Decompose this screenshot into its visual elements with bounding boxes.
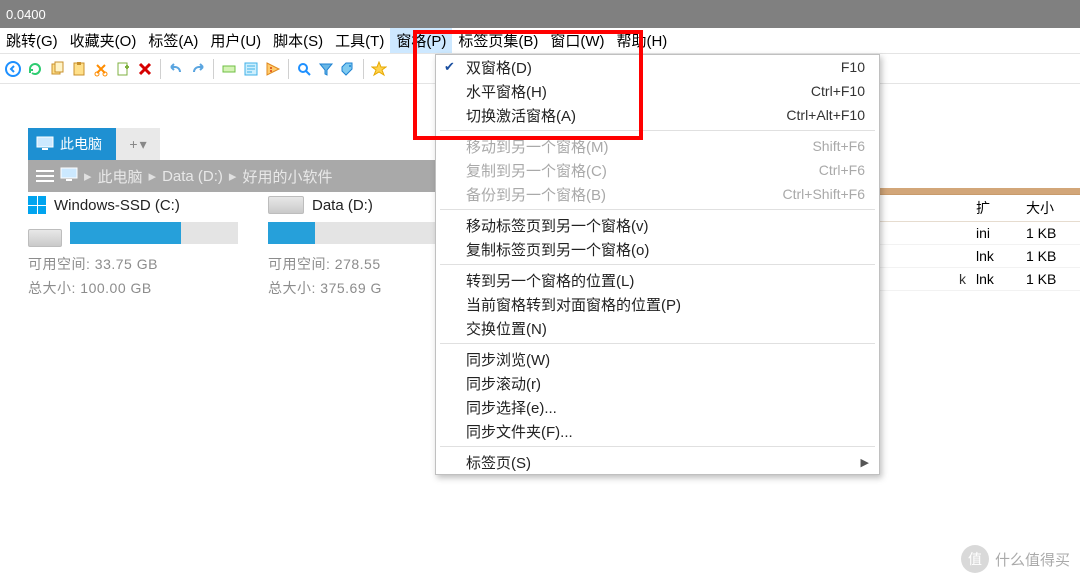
menu-sync-scroll[interactable]: 同步滚动(r) — [436, 371, 879, 395]
windows-icon — [28, 196, 46, 214]
menu-panes[interactable]: 窗格(P) — [390, 28, 452, 53]
menu-separator — [440, 264, 875, 265]
delete-icon[interactable] — [135, 59, 155, 79]
toolbar-separator — [288, 59, 289, 79]
cell-size: 1 KB — [1026, 271, 1074, 287]
menu-separator — [440, 209, 875, 210]
paste-icon[interactable] — [69, 59, 89, 79]
watermark-badge: 值 — [961, 545, 989, 573]
menu-current-to-opposite-location[interactable]: 当前窗格转到对面窗格的位置(P) — [436, 292, 879, 316]
properties-icon[interactable] — [241, 59, 261, 79]
panes-dropdown-menu: ✔ 双窗格(D) F10 水平窗格(H) Ctrl+F10 切换激活窗格(A) … — [435, 54, 880, 475]
menubar: 跳转(G) 收藏夹(O) 标签(A) 用户(U) 脚本(S) 工具(T) 窗格(… — [0, 28, 1080, 54]
menu-separator — [440, 343, 875, 344]
col-ext[interactable]: 扩 — [976, 198, 1016, 218]
back-icon[interactable] — [3, 59, 23, 79]
menu-separator — [440, 130, 875, 131]
menu-favorites[interactable]: 收藏夹(O) — [64, 28, 143, 53]
menu-backup-to-other-pane: 备份到另一个窗格(B) Ctrl+Shift+F6 — [436, 182, 879, 206]
col-size[interactable]: 大小 — [1026, 198, 1074, 218]
new-file-icon[interactable] — [113, 59, 133, 79]
chevron-right-icon: ▶ — [861, 456, 869, 469]
menu-sync-browse[interactable]: 同步浏览(W) — [436, 347, 879, 371]
drive-free: 可用空间: 33.75 GB — [28, 254, 238, 274]
menu-dual-pane[interactable]: ✔ 双窗格(D) F10 — [436, 55, 879, 79]
menu-tabsets[interactable]: 标签页集(B) — [452, 28, 544, 53]
check-icon: ✔ — [444, 59, 455, 75]
menu-copy-tab-to-other-pane[interactable]: 复制标签页到另一个窗格(o) — [436, 237, 879, 261]
menu-toggle-active-pane[interactable]: 切换激活窗格(A) Ctrl+Alt+F10 — [436, 103, 879, 127]
menu-separator — [440, 446, 875, 447]
menu-swap-locations[interactable]: 交换位置(N) — [436, 316, 879, 340]
chevron-down-icon: ▾ — [140, 136, 147, 153]
star-icon[interactable] — [369, 59, 389, 79]
menu-sync-folders[interactable]: 同步文件夹(F)... — [436, 419, 879, 443]
chevron-right-icon: ▸ — [149, 167, 157, 185]
crumb-data-d[interactable]: Data (D:) — [162, 168, 223, 185]
menu-goto[interactable]: 跳转(G) — [0, 28, 64, 53]
drive-total: 总大小: 100.00 GB — [28, 278, 238, 298]
toolbar-separator — [160, 59, 161, 79]
redo-icon[interactable] — [188, 59, 208, 79]
crumb-this-pc[interactable]: 此电脑 — [98, 166, 143, 187]
menu-copy-to-other-pane: 复制到另一个窗格(C) Ctrl+F6 — [436, 158, 879, 182]
cell-ext: lnk — [976, 248, 1016, 264]
drive-name: Data (D:) — [312, 197, 373, 214]
drive-usage-bar — [268, 222, 448, 244]
cell-size: 1 KB — [1026, 248, 1074, 264]
filter-icon[interactable] — [316, 59, 336, 79]
menu-tools[interactable]: 工具(T) — [329, 28, 390, 53]
menu-horizontal-pane[interactable]: 水平窗格(H) Ctrl+F10 — [436, 79, 879, 103]
menu-move-tab-to-other-pane[interactable]: 移动标签页到另一个窗格(v) — [436, 213, 879, 237]
watermark: 值 什么值得买 — [961, 545, 1070, 573]
tag-icon[interactable] — [338, 59, 358, 79]
refresh-icon[interactable] — [25, 59, 45, 79]
chevron-right-icon: ▸ — [84, 167, 92, 185]
undo-icon[interactable] — [166, 59, 186, 79]
tab-label: 此电脑 — [60, 134, 102, 154]
menu-user[interactable]: 用户(U) — [204, 28, 267, 53]
plus-icon: + — [129, 136, 137, 152]
menu-tabs-submenu[interactable]: 标签页(S) ▶ — [436, 450, 879, 474]
tab-strip: 此电脑 + ▾ — [28, 128, 160, 160]
window-titlebar: 0.0400 — [0, 0, 1080, 28]
toolbar-separator — [213, 59, 214, 79]
chevron-right-icon: ▸ — [229, 167, 237, 185]
drives-list: Windows-SSD (C:) 可用空间: 33.75 GB 总大小: 100… — [28, 196, 478, 302]
menu-window[interactable]: 窗口(W) — [544, 28, 610, 53]
drive-c[interactable]: Windows-SSD (C:) 可用空间: 33.75 GB 总大小: 100… — [28, 196, 238, 302]
toolbar-separator — [363, 59, 364, 79]
crumb-folder[interactable]: 好用的小软件 — [242, 166, 332, 187]
cut-icon[interactable] — [91, 59, 111, 79]
menu-move-to-other-pane: 移动到另一个窗格(M) Shift+F6 — [436, 134, 879, 158]
cell-ext: ini — [976, 225, 1016, 241]
copy-icon[interactable] — [47, 59, 67, 79]
monitor-icon — [60, 167, 78, 185]
menu-help[interactable]: 帮助(H) — [610, 28, 673, 53]
drive-icon — [268, 196, 304, 214]
menu-sync-select[interactable]: 同步选择(e)... — [436, 395, 879, 419]
burger-icon[interactable] — [36, 170, 54, 182]
cell-size: 1 KB — [1026, 225, 1074, 241]
watermark-text: 什么值得买 — [995, 549, 1070, 570]
pizza-icon[interactable] — [263, 59, 283, 79]
drive-icon — [28, 229, 62, 247]
cell-ext: lnk — [976, 271, 1016, 287]
tab-add-button[interactable]: + ▾ — [116, 128, 160, 160]
rename-icon[interactable] — [219, 59, 239, 79]
menu-scripts[interactable]: 脚本(S) — [267, 28, 329, 53]
menu-goto-other-pane-location[interactable]: 转到另一个窗格的位置(L) — [436, 268, 879, 292]
drive-usage-bar — [70, 222, 238, 244]
monitor-icon — [36, 136, 54, 153]
tab-this-pc[interactable]: 此电脑 — [28, 128, 116, 160]
title-text: 0.0400 — [6, 7, 46, 22]
search-icon[interactable] — [294, 59, 314, 79]
drive-name: Windows-SSD (C:) — [54, 197, 180, 214]
menu-tags[interactable]: 标签(A) — [142, 28, 204, 53]
